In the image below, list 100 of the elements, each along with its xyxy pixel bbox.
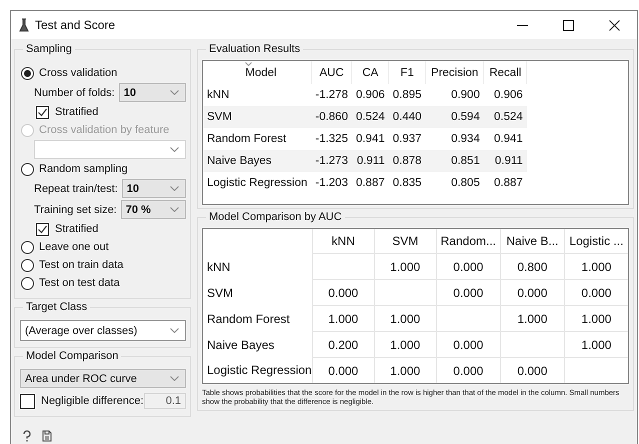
table-cell: 0.000: [436, 254, 500, 280]
field-label: Number of folds:: [34, 86, 115, 98]
column-header[interactable]: Recall: [484, 61, 527, 84]
row-header: Naive Bayes: [203, 332, 312, 358]
group-title: Model Comparison: [23, 350, 122, 362]
dropdown[interactable]: Area under ROC curve: [20, 369, 186, 388]
table-cell: 0.800: [500, 254, 564, 280]
table-cell: 0.906: [352, 84, 389, 106]
table-cell: 0.887: [484, 172, 527, 194]
table-cell: 0.934: [426, 128, 484, 150]
radio-button[interactable]: Test on train data: [21, 256, 186, 274]
column-header[interactable]: Logistic ...: [564, 229, 628, 254]
table-cell: 0.911: [352, 150, 389, 172]
number-field[interactable]: 0.1: [144, 393, 186, 409]
model-name: Naive Bayes: [203, 150, 312, 172]
table-cell: -0.860: [311, 106, 352, 128]
chevron-down-icon: [170, 328, 179, 333]
table-cell: 0.937: [388, 128, 426, 150]
table-cell: 1.000: [374, 306, 436, 332]
field-label: Training set size:: [34, 204, 117, 216]
table-cell: 0.878: [388, 150, 426, 172]
table-cell: 1.000: [312, 306, 374, 332]
table-cell: 0.887: [352, 172, 389, 194]
table-cell: 0.851: [426, 150, 484, 172]
checkbox[interactable]: Negligible difference:: [20, 394, 144, 408]
column-header[interactable]: CA: [352, 61, 389, 84]
group-title: Sampling: [23, 43, 75, 55]
table-cell: 0.941: [352, 128, 389, 150]
table-cell: 0.941: [484, 128, 527, 150]
model-name: Random Forest: [203, 128, 312, 150]
table-cell: 0.524: [352, 106, 389, 128]
group-title: Model Comparison by AUC: [206, 211, 345, 223]
checkbox[interactable]: Stratified: [20, 220, 186, 238]
column-header[interactable]: kNN: [312, 229, 374, 254]
row-header: SVM: [203, 280, 312, 306]
column-header[interactable]: AUC: [311, 61, 352, 84]
radio-button[interactable]: Cross validation: [21, 64, 186, 82]
radio-button[interactable]: Test on test data: [21, 274, 186, 292]
chevron-down-icon: [170, 186, 179, 191]
model-name: kNN: [203, 84, 312, 106]
table-cell: 0.200: [312, 332, 374, 358]
group-title: Target Class: [23, 301, 90, 313]
row-header: Random Forest: [203, 306, 312, 332]
table-cell: 0.900: [426, 84, 484, 106]
column-header[interactable]: Random...: [436, 229, 500, 254]
close-icon: [608, 20, 620, 30]
table-cell: 0.911: [484, 150, 527, 172]
table-cell: 0.000: [500, 280, 564, 306]
field-label: Repeat train/test:: [34, 182, 118, 194]
table-cell: 0.594: [426, 106, 484, 128]
dropdown[interactable]: 70 %: [120, 200, 186, 219]
row-header: kNN: [203, 254, 312, 280]
chevron-down-icon: [170, 90, 179, 95]
chevron-down-icon: [170, 376, 179, 381]
row-header: Logistic Regression: [203, 358, 312, 383]
dropdown[interactable]: 10: [122, 179, 186, 198]
sort-indicator-icon: [245, 62, 252, 66]
radio-button[interactable]: Leave one out: [21, 238, 186, 256]
flask-icon: [19, 18, 29, 32]
table-cell: 0.524: [484, 106, 527, 128]
table-cell: 0.000: [436, 280, 500, 306]
column-header[interactable]: SVM: [374, 229, 436, 254]
table-cell: 0.805: [426, 172, 484, 194]
table-cell: 1.000: [500, 306, 564, 332]
table-cell: -1.273: [311, 150, 352, 172]
maximize-icon: [562, 20, 574, 30]
group-title: Evaluation Results: [206, 43, 304, 55]
model-name: Logistic Regression: [203, 172, 312, 194]
column-header[interactable]: Precision: [426, 61, 484, 84]
table-cell: 0.000: [436, 332, 500, 358]
table-cell: 0.000: [564, 280, 628, 306]
checkbox[interactable]: Stratified: [20, 103, 186, 121]
table-cell: 1.000: [564, 306, 628, 332]
table-cell: 0.000: [500, 358, 564, 383]
chevron-down-icon: [170, 207, 179, 212]
table-cell: 0.906: [484, 84, 527, 106]
column-header[interactable]: Model: [203, 61, 312, 84]
dropdown[interactable]: (Average over classes): [20, 320, 186, 341]
chevron-down-icon: [170, 147, 179, 152]
table-cell: 0.000: [436, 358, 500, 383]
column-header[interactable]: F1: [388, 61, 426, 84]
table-cell: 1.000: [564, 254, 628, 280]
help-icon: [21, 430, 33, 442]
model-name: SVM: [203, 106, 312, 128]
table-cell: 0.000: [312, 280, 374, 306]
column-header[interactable]: Naive B...: [500, 229, 564, 254]
table-cell: 1.000: [374, 358, 436, 383]
dropdown[interactable]: 10: [118, 83, 186, 102]
table-cell: 0.835: [388, 172, 426, 194]
table-cell: 1.000: [374, 254, 436, 280]
table-cell: 1.000: [564, 332, 628, 358]
table-cell: -1.203: [311, 172, 352, 194]
table-cell: 0.440: [388, 106, 426, 128]
table-cell: 0.000: [312, 358, 374, 383]
window-title: Test and Score: [35, 18, 116, 32]
table-cell: 0.895: [388, 84, 426, 106]
table-cell: -1.325: [311, 128, 352, 150]
table-cell: 1.000: [374, 332, 436, 358]
radio-button[interactable]: Random sampling: [21, 160, 186, 178]
table-cell: -1.278: [311, 84, 352, 106]
